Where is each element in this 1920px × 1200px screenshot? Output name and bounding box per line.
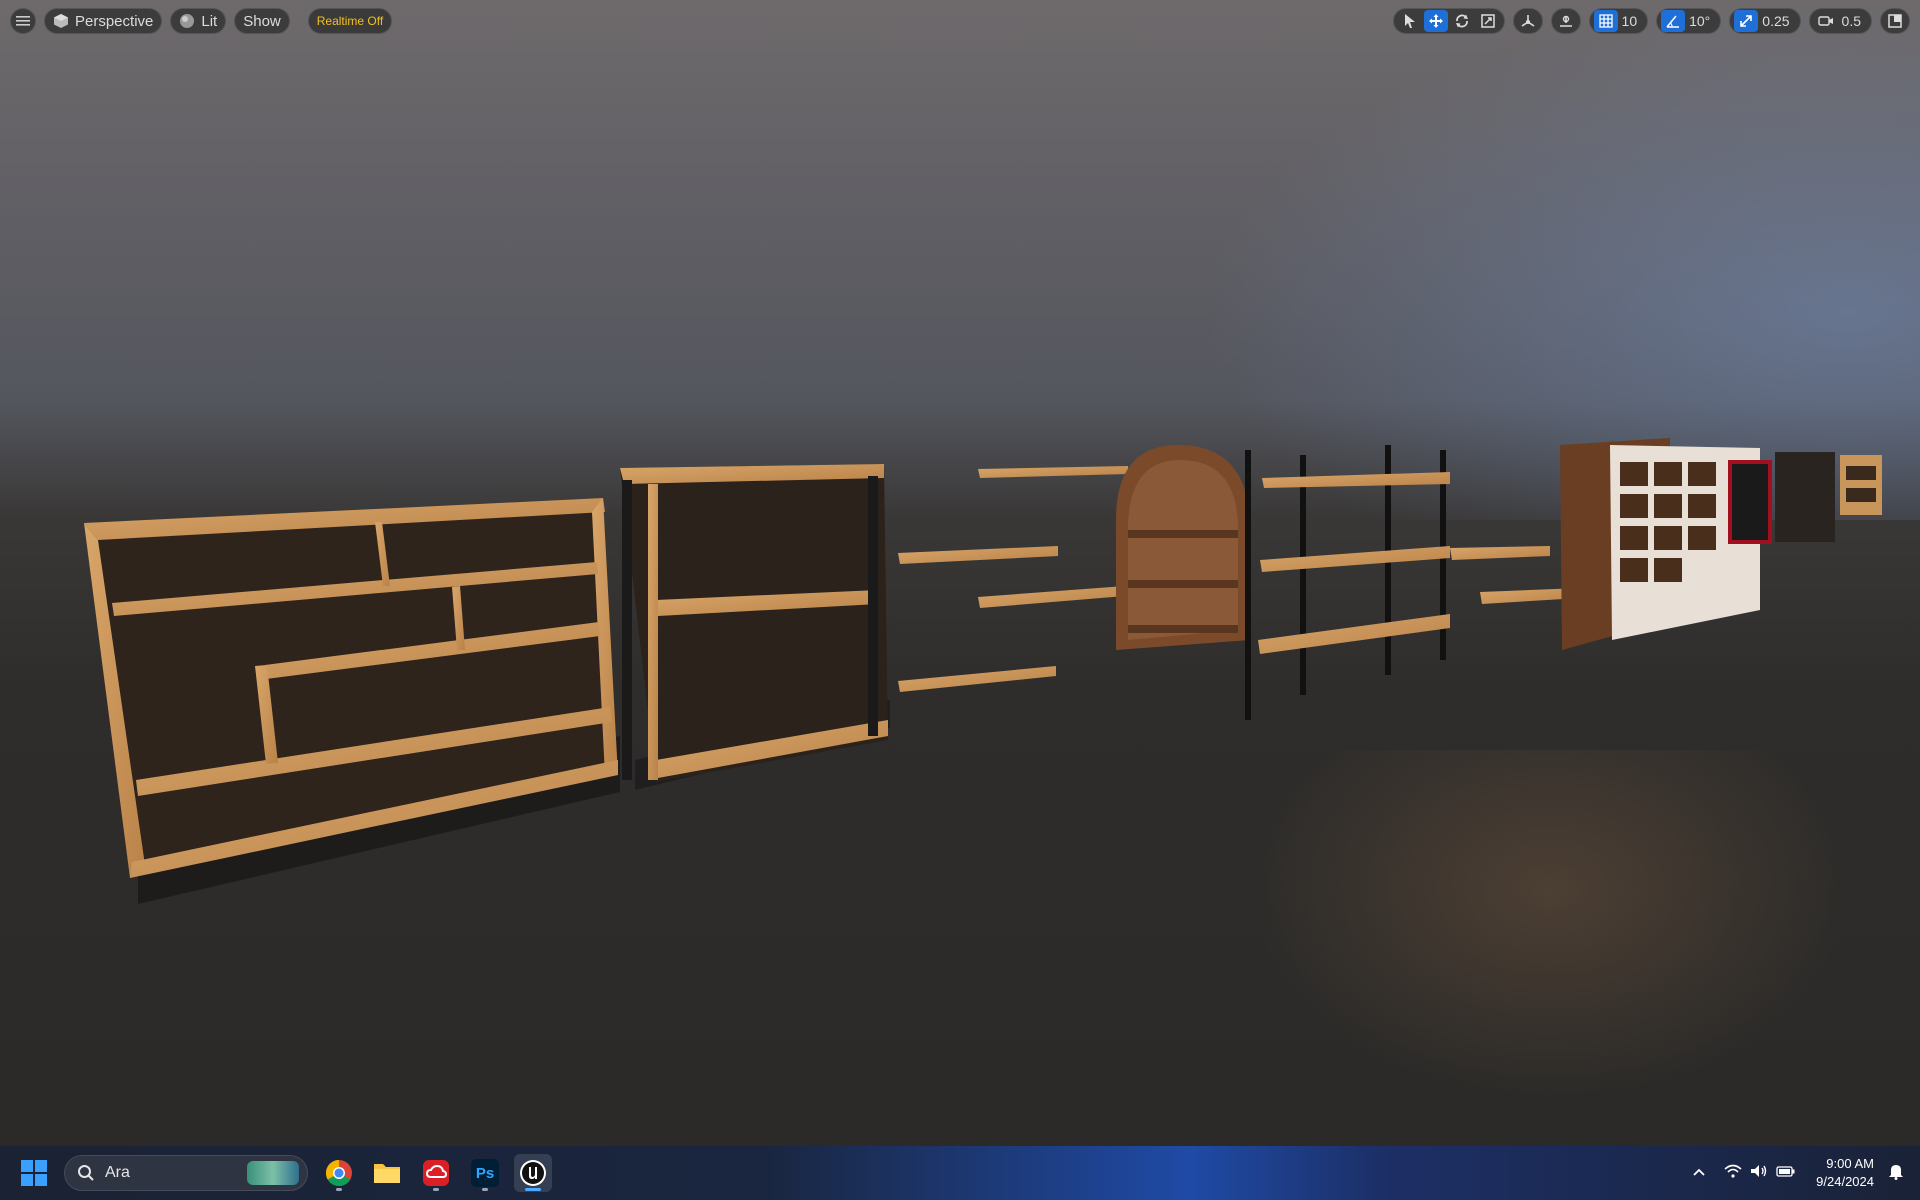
coordinate-system-button[interactable]: [1512, 8, 1543, 34]
surface-snap-icon: [1559, 15, 1572, 27]
shelf-arched[interactable]: [1116, 445, 1250, 650]
maximize-viewport-button[interactable]: [1880, 8, 1910, 34]
speaker-icon: [1751, 1164, 1767, 1177]
scale-tool-button[interactable]: [1476, 10, 1500, 32]
lit-label: Lit: [201, 12, 218, 30]
show-button[interactable]: Show: [234, 8, 290, 34]
clock-time: 9:00 AM: [1826, 1156, 1874, 1171]
world-coords-icon: [1521, 15, 1534, 27]
scale-arrow-icon: [1740, 15, 1753, 27]
realtime-label: Realtime Off: [316, 14, 384, 28]
scale-icon: [1480, 14, 1495, 28]
cube-icon: [53, 13, 69, 29]
viewport-toolbar-right: 10 10° 0.25 0.5: [1392, 8, 1910, 34]
search-icon: [78, 1165, 94, 1181]
camera-speed-group[interactable]: 0.5: [1808, 8, 1872, 34]
search-text: Ara: [105, 1164, 130, 1181]
wifi-icon: [1724, 1164, 1742, 1178]
perspective-button[interactable]: Perspective: [44, 8, 163, 34]
search-highlight-image: [247, 1161, 299, 1185]
maximize-icon: [1888, 14, 1902, 28]
grid-snap-value: 10: [1621, 13, 1638, 29]
camera-speed-value: 0.5: [1841, 13, 1861, 29]
scene-render: [84, 438, 1882, 904]
photoshop-label: Ps: [475, 1164, 495, 1182]
shelf-metal-frame[interactable]: [1245, 445, 1580, 720]
photoshop-icon: Ps: [471, 1159, 499, 1187]
select-tool-button[interactable]: [1398, 10, 1422, 32]
battery-button[interactable]: [1776, 1164, 1796, 1182]
show-label: Show: [243, 12, 281, 30]
chrome-icon: [325, 1159, 352, 1187]
creative-cloud-icon: [423, 1160, 449, 1186]
rotate-tool-button[interactable]: [1450, 10, 1474, 32]
rotation-snap-toggle[interactable]: [1661, 10, 1686, 32]
viewport-options-button[interactable]: [10, 8, 36, 34]
bell-icon: [1889, 1164, 1903, 1180]
shelf-distant-group[interactable]: [1728, 452, 1882, 544]
taskbar-app-file-explorer[interactable]: [368, 1154, 406, 1192]
scale-snap-toggle[interactable]: [1734, 10, 1759, 32]
rotation-snap-value: 10°: [1689, 13, 1711, 29]
grid-icon: [1598, 14, 1613, 28]
rotation-snap-group[interactable]: 10°: [1656, 8, 1722, 34]
rotate-icon: [1455, 14, 1468, 28]
shelf-maze[interactable]: [84, 498, 620, 904]
sphere-icon: [179, 13, 195, 29]
angle-icon: [1666, 15, 1680, 28]
transform-tools: [1392, 8, 1505, 34]
translate-tool-button[interactable]: [1423, 10, 1448, 32]
view-mode-button[interactable]: Lit: [170, 8, 227, 34]
level-viewport[interactable]: Perspective Lit Show Realtime Off 10 10°…: [0, 0, 1920, 1146]
shelf-square-frame[interactable]: [620, 464, 890, 790]
unreal-engine-icon: [520, 1160, 546, 1186]
grid-snap-toggle[interactable]: [1593, 10, 1618, 32]
taskbar-app-photoshop[interactable]: Ps: [466, 1154, 504, 1192]
surface-snap-button[interactable]: [1550, 8, 1581, 34]
perspective-label: Perspective: [75, 12, 154, 30]
move-icon: [1428, 14, 1443, 28]
taskbar-search[interactable]: Ara: [64, 1155, 308, 1191]
taskbar-app-creative-cloud[interactable]: [417, 1154, 455, 1192]
battery-icon: [1776, 1166, 1795, 1177]
windows-logo-icon: [21, 1160, 47, 1186]
notifications-button[interactable]: [1888, 1162, 1904, 1185]
volume-button[interactable]: [1750, 1164, 1768, 1183]
clock-date: 9/24/2024: [1816, 1174, 1874, 1189]
viewport-toolbar-left: Perspective Lit Show Realtime Off: [10, 8, 393, 34]
taskbar-app-chrome[interactable]: [320, 1154, 358, 1192]
network-button[interactable]: [1724, 1164, 1742, 1183]
system-tray: 9:00 AM 9/24/2024: [1692, 1146, 1920, 1200]
realtime-off-button[interactable]: Realtime Off: [307, 8, 393, 34]
camera-icon: [1817, 16, 1833, 26]
scale-snap-value: 0.25: [1762, 13, 1790, 29]
chevron-up-icon: [1693, 1168, 1705, 1176]
camera-speed-button[interactable]: [1814, 10, 1838, 32]
taskbar: Ara Ps 9:00 AM 9/24/2024: [0, 1146, 1920, 1200]
scale-snap-group[interactable]: 0.25: [1729, 8, 1801, 34]
grid-snap-group[interactable]: 10: [1588, 8, 1649, 34]
start-button[interactable]: [20, 1159, 48, 1187]
cursor-icon: [1404, 14, 1415, 28]
shelf-floating-set[interactable]: [898, 466, 1128, 692]
file-explorer-icon: [374, 1164, 400, 1183]
taskbar-app-unreal-engine[interactable]: [514, 1154, 552, 1192]
show-hidden-icons-button[interactable]: [1692, 1164, 1706, 1182]
clock[interactable]: 9:00 AM 9/24/2024: [1816, 1155, 1874, 1191]
hamburger-icon: [15, 13, 31, 29]
